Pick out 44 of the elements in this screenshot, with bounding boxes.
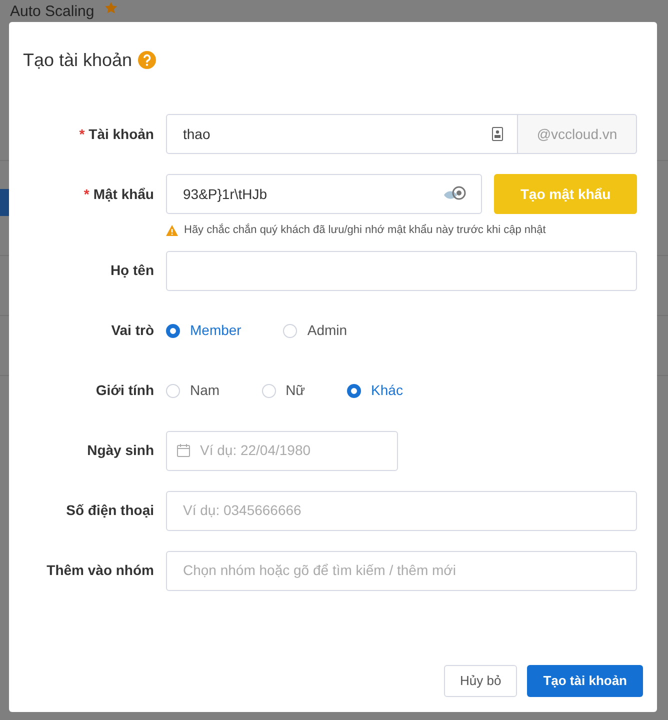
tab-background xyxy=(0,189,9,216)
radio-label: Nữ xyxy=(286,381,306,400)
input-field[interactable]: Ví dụ: 22/04/1980 xyxy=(166,430,398,470)
field-label: Tài khoản xyxy=(88,126,154,142)
text-input[interactable]: Ví dụ: 0345666666 xyxy=(181,499,622,522)
radio-option[interactable]: Nữ xyxy=(262,380,306,401)
field-label: Họ tên xyxy=(110,262,154,278)
email-domain: @vccloud.vn xyxy=(518,114,637,154)
field-label: Vai trò xyxy=(111,322,154,338)
input-field[interactable]: thao xyxy=(166,114,518,154)
radio-button[interactable] xyxy=(347,384,362,398)
text-input[interactable]: Chọn nhóm hoặc gõ để tìm kiếm / thêm mới xyxy=(181,559,622,582)
radio-button[interactable] xyxy=(166,324,180,338)
radio-label: Admin xyxy=(307,321,348,340)
text-input[interactable]: Ví dụ: 22/04/1980 xyxy=(198,439,383,462)
warning-icon xyxy=(166,224,178,236)
field-label: Mật khẩu xyxy=(93,186,154,202)
radio-option[interactable]: Khác xyxy=(347,380,403,401)
input-field[interactable]: Chọn nhóm hoặc gõ để tìm kiếm / thêm mới xyxy=(166,550,637,590)
input-field[interactable]: Ví dụ: 0345666666 xyxy=(166,490,637,530)
radio-label: Member xyxy=(190,321,242,340)
calendar-icon xyxy=(177,444,190,457)
radio-label: Nam xyxy=(190,381,220,400)
warning-text: Hãy chắc chắn quý khách đã lưu/ghi nhớ mật khẩu này trước khi cập nhật xyxy=(184,222,546,238)
radio-option[interactable]: Nam xyxy=(166,380,220,401)
cancel-button[interactable]: Hủy bỏ xyxy=(444,665,518,697)
radio-label: Khác xyxy=(371,381,403,400)
field-label: Giới tính xyxy=(96,382,154,398)
required-marker: * xyxy=(79,126,85,142)
field-label: Ngày sinh xyxy=(87,442,154,458)
text-input[interactable]: thao xyxy=(181,122,492,146)
page-title: Auto Scaling xyxy=(10,2,94,22)
input-field[interactable]: 93&P}1r\tHJb xyxy=(166,174,482,214)
required-marker: * xyxy=(84,186,90,202)
field-label: Số điện thoại xyxy=(66,502,154,518)
text-input[interactable]: 93&P}1r\tHJb xyxy=(181,182,443,206)
create-account-button[interactable]: Tạo tài khoản xyxy=(527,665,643,697)
input-field[interactable] xyxy=(166,250,637,290)
help-icon xyxy=(138,51,156,69)
radio-option[interactable]: Member xyxy=(166,320,242,341)
radio-option[interactable]: Admin xyxy=(283,320,348,341)
field-label: Thêm vào nhóm xyxy=(46,562,154,578)
contact-card-icon xyxy=(492,127,503,141)
dialog-title: Tạo tài khoản xyxy=(23,48,132,72)
